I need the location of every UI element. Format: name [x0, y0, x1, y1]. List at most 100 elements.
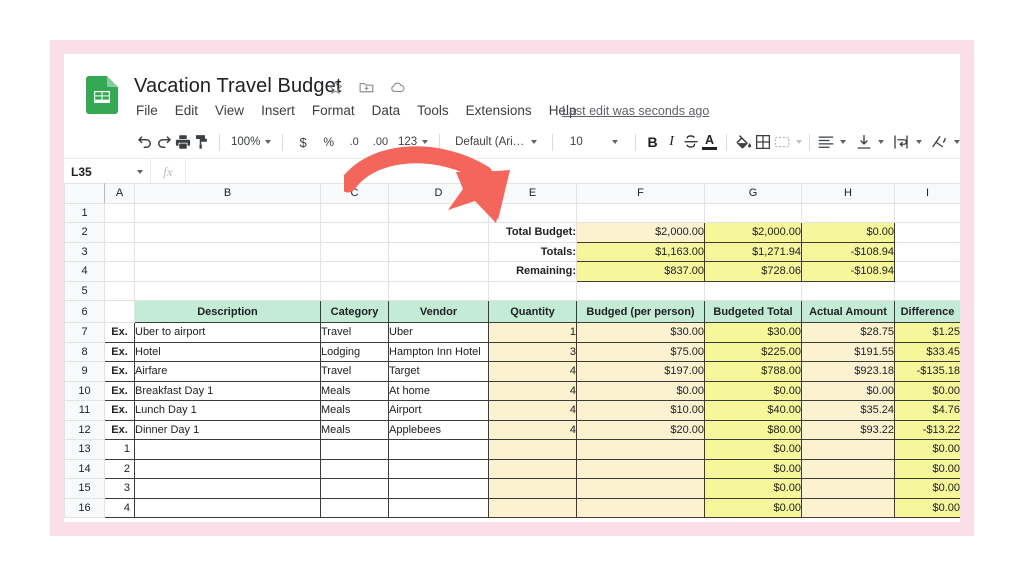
cell-budgeted-total[interactable]: $30.00	[704, 322, 802, 343]
cell-category[interactable]: Meals	[320, 380, 389, 401]
cell-d5[interactable]	[388, 280, 489, 301]
row-header-5[interactable]: 5	[64, 280, 105, 301]
cell-budgeted-total[interactable]: $80.00	[704, 419, 802, 440]
cell-budget-per-person[interactable]: $197.00	[576, 361, 705, 382]
cell-i4[interactable]	[894, 261, 960, 282]
cell-category[interactable]	[320, 439, 389, 460]
cell-category[interactable]: Meals	[320, 400, 389, 421]
font-family-selector[interactable]: Default (Ari…	[447, 136, 545, 148]
menu-item-file[interactable]: File	[136, 103, 158, 118]
column-header-i[interactable]: I	[894, 183, 960, 204]
cell-d1[interactable]	[388, 202, 489, 223]
cell-actual-amount[interactable]: $0.00	[801, 380, 895, 401]
row-header-15[interactable]: 15	[64, 478, 105, 499]
cell-a6[interactable]	[104, 300, 135, 323]
cell-i5[interactable]	[894, 280, 960, 301]
cell-c4[interactable]	[320, 261, 389, 282]
cell-difference[interactable]: $0.00	[894, 497, 960, 518]
cell-budget-per-person[interactable]	[576, 497, 705, 518]
move-to-folder-icon[interactable]	[358, 79, 375, 96]
table-header-category[interactable]: Category	[320, 300, 389, 323]
cell-quantity[interactable]	[488, 497, 577, 518]
cell-budgeted-total[interactable]: $0.00	[704, 380, 802, 401]
cell-description[interactable]	[134, 478, 321, 499]
halign-chevron-down-icon[interactable]	[840, 140, 847, 144]
row-header-13[interactable]: 13	[64, 439, 105, 460]
valign-chevron-down-icon[interactable]	[878, 140, 884, 144]
table-header-budget-per-person[interactable]: Budged (per person)	[576, 300, 705, 323]
cell-category[interactable]: Lodging	[320, 341, 389, 362]
cell-vendor[interactable]	[388, 458, 489, 479]
cell-vendor[interactable]: Uber	[388, 322, 489, 343]
cell-category[interactable]	[320, 478, 389, 499]
cell-description[interactable]	[134, 458, 321, 479]
table-header-quantity[interactable]: Quantity	[488, 300, 577, 323]
column-header-b[interactable]: B	[134, 183, 321, 204]
row-header-12[interactable]: 12	[64, 419, 105, 440]
select-all-corner[interactable]	[64, 183, 105, 204]
spreadsheet-grid[interactable]: A B C D E F G H I 1 2 Total Budget: $2,0…	[64, 183, 960, 521]
cell-vendor[interactable]	[388, 439, 489, 460]
undo-button[interactable]	[136, 130, 155, 154]
column-header-h[interactable]: H	[801, 183, 895, 204]
italic-button[interactable]: I	[662, 130, 681, 154]
cell-vendor[interactable]: Target	[388, 361, 489, 382]
cell-difference[interactable]: $0.00	[894, 458, 960, 479]
cell-quantity[interactable]	[488, 439, 577, 460]
cell-d3[interactable]	[388, 241, 489, 262]
column-header-f[interactable]: F	[576, 183, 705, 204]
cell-actual-amount[interactable]: $923.18	[801, 361, 895, 382]
menu-item-extensions[interactable]: Extensions	[466, 103, 532, 118]
cell-budget-per-person[interactable]: $30.00	[576, 322, 705, 343]
row-header-2[interactable]: 2	[64, 222, 105, 243]
cell-actual-amount[interactable]	[801, 439, 895, 460]
cell-category[interactable]: Meals	[320, 419, 389, 440]
summary-label-totals[interactable]: Totals:	[488, 241, 577, 262]
cell-budgeted-total[interactable]: $40.00	[704, 400, 802, 421]
cell-description[interactable]	[134, 439, 321, 460]
cell-difference[interactable]: $4.76	[894, 400, 960, 421]
cell-description[interactable]: Dinner Day 1	[134, 419, 321, 440]
cell-i1[interactable]	[894, 202, 960, 223]
table-header-description[interactable]: Description	[134, 300, 321, 323]
cell-h5[interactable]	[801, 280, 895, 301]
cell-d4[interactable]	[388, 261, 489, 282]
cell-category[interactable]: Travel	[320, 361, 389, 382]
cell-vendor[interactable]: Applebees	[388, 419, 489, 440]
cell-vendor[interactable]: Hampton Inn Hotel	[388, 341, 489, 362]
cell-description[interactable]: Airfare	[134, 361, 321, 382]
cell-b2[interactable]	[134, 222, 321, 243]
cell-e1[interactable]	[488, 202, 577, 223]
row-header-1[interactable]: 1	[64, 202, 105, 223]
summary-remaining-actual[interactable]: -$108.94	[801, 261, 895, 282]
cell-budget-per-person[interactable]	[576, 458, 705, 479]
cell-vendor[interactable]: At home	[388, 380, 489, 401]
cell-vendor[interactable]	[388, 478, 489, 499]
cell-quantity[interactable]: 4	[488, 361, 577, 382]
cell-description[interactable]: Uber to airport	[134, 322, 321, 343]
cell-b3[interactable]	[134, 241, 321, 262]
row-index-cell[interactable]: Ex.	[104, 419, 135, 440]
cell-description[interactable]	[134, 497, 321, 518]
summary-remaining-budget[interactable]: $837.00	[576, 261, 705, 282]
menu-item-view[interactable]: View	[215, 103, 244, 118]
cell-c2[interactable]	[320, 222, 389, 243]
cell-actual-amount[interactable]: $191.55	[801, 341, 895, 362]
redo-button[interactable]	[155, 130, 174, 154]
row-index-cell[interactable]: Ex.	[104, 400, 135, 421]
column-header-a[interactable]: A	[104, 183, 135, 204]
cell-a5[interactable]	[104, 280, 135, 301]
cell-c5[interactable]	[320, 280, 389, 301]
percent-format-button[interactable]: %	[316, 130, 342, 154]
cell-e5[interactable]	[488, 280, 577, 301]
row-header-14[interactable]: 14	[64, 458, 105, 479]
cell-quantity[interactable]: 4	[488, 419, 577, 440]
row-header-4[interactable]: 4	[64, 261, 105, 282]
row-header-3[interactable]: 3	[64, 241, 105, 262]
cell-quantity[interactable]: 4	[488, 400, 577, 421]
summary-remaining-total[interactable]: $728.06	[704, 261, 802, 282]
cell-c1[interactable]	[320, 202, 389, 223]
cell-quantity[interactable]: 1	[488, 322, 577, 343]
wrap-chevron-down-icon[interactable]	[915, 140, 922, 144]
cell-b5[interactable]	[134, 280, 321, 301]
